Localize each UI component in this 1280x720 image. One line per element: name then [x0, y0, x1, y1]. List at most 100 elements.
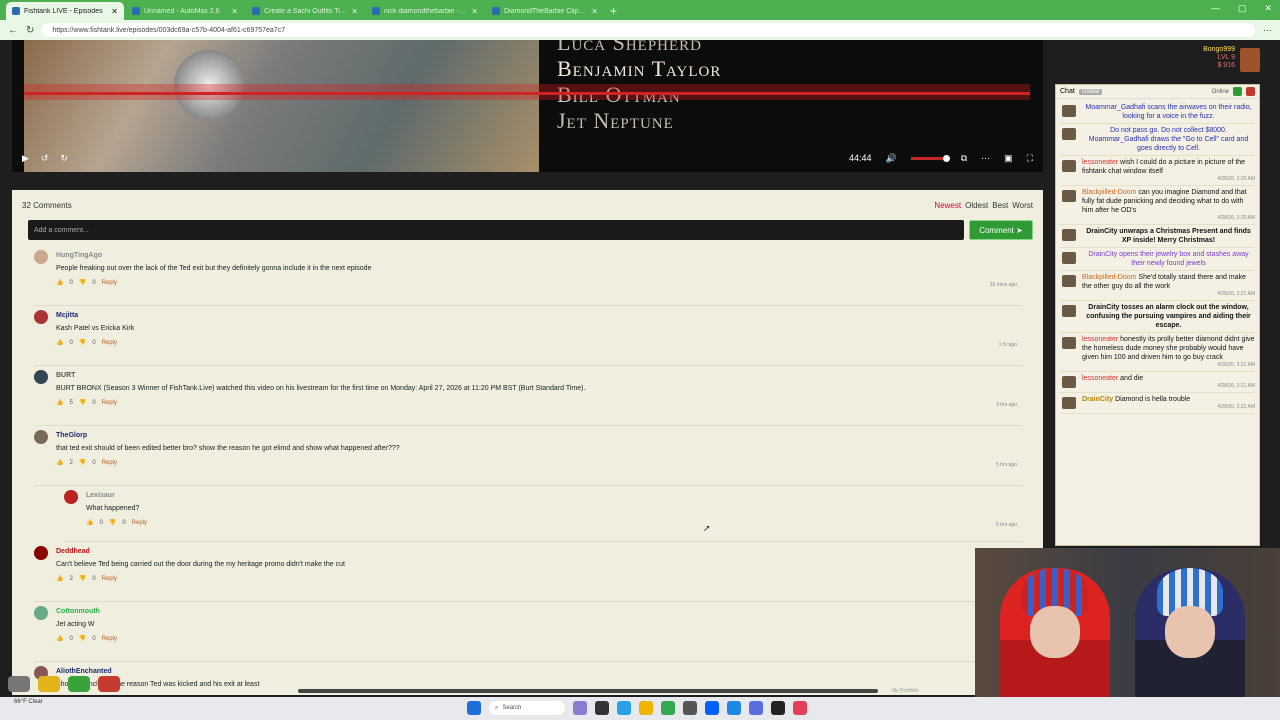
comment-username[interactable]: Mcjitta [56, 312, 78, 319]
thumbs-up-icon[interactable]: 👍 [56, 635, 63, 642]
fullscreen-icon[interactable]: ⛶ [1027, 153, 1033, 164]
captions-icon[interactable]: ⧉ [961, 153, 967, 164]
reply-link[interactable]: Reply [102, 340, 117, 346]
chat-add-button[interactable] [1233, 87, 1242, 96]
avatar[interactable] [1062, 397, 1076, 409]
chat-username[interactable]: lessoneater [1082, 375, 1118, 382]
no-icon[interactable] [98, 676, 120, 692]
thumbs-down-icon[interactable]: 👎 [79, 635, 86, 642]
avatar[interactable] [34, 430, 48, 444]
chat-username[interactable]: Blackpilled-Doom [1082, 274, 1136, 281]
back-icon[interactable]: ← [8, 25, 18, 36]
forward-icon[interactable]: ↻ [60, 153, 68, 164]
play-icon[interactable]: ▶ [22, 153, 29, 164]
weather-widget[interactable]: 66°F Clear [14, 699, 43, 706]
widgets-icon[interactable] [573, 701, 587, 715]
windows-start-icon[interactable] [467, 701, 481, 715]
app-icon[interactable] [793, 701, 807, 715]
browser-tab[interactable]: Create a Sachi Outfits Tier List ✕ [246, 2, 364, 20]
taskbar-search[interactable]: ⌕ Search [489, 701, 565, 715]
close-tab-icon[interactable]: ✕ [471, 7, 478, 16]
comment-username[interactable]: Cottonmouth [56, 608, 100, 615]
thumbs-down-icon[interactable]: 👎 [79, 459, 86, 466]
avatar[interactable] [1062, 337, 1076, 349]
new-tab-button[interactable]: + [610, 4, 617, 18]
settings-icon[interactable] [8, 676, 30, 692]
comment-username[interactable]: TheGlorp [56, 432, 87, 439]
comment-username[interactable]: BURT [56, 372, 75, 379]
thumbs-down-icon[interactable]: 👎 [79, 575, 86, 582]
close-window-icon[interactable]: ✕ [1264, 3, 1272, 14]
video-progress-bar[interactable] [24, 84, 1030, 100]
sort-option[interactable]: Worst [1012, 201, 1033, 210]
thumbs-down-icon[interactable]: 👎 [79, 399, 86, 406]
online-label[interactable]: Online [1212, 89, 1229, 95]
copilot-icon[interactable] [617, 701, 631, 715]
volume-icon[interactable]: 🔊 [886, 153, 897, 164]
chat-username[interactable]: DrainCity [1082, 396, 1113, 403]
avatar[interactable] [34, 546, 48, 560]
reply-link[interactable]: Reply [102, 576, 117, 582]
more-icon[interactable]: ⋯ [981, 153, 990, 164]
mail-icon[interactable] [727, 701, 741, 715]
rewind-icon[interactable]: ↺ [41, 153, 49, 164]
sort-option[interactable]: Oldest [965, 201, 988, 210]
video-player[interactable]: Luca Shepherd Benjamin Taylor Bill Ottma… [12, 40, 1043, 172]
shop-icon[interactable] [68, 676, 90, 692]
avatar[interactable] [64, 490, 78, 504]
discord-icon[interactable] [749, 701, 763, 715]
chat-username[interactable]: lessoneater [1082, 336, 1118, 343]
portfolio-label[interactable]: My Portfolio [892, 688, 918, 694]
minimize-icon[interactable]: — [1211, 3, 1220, 14]
sort-option[interactable]: Best [992, 201, 1008, 210]
avatar[interactable] [34, 606, 48, 620]
thumbs-down-icon[interactable]: 👎 [79, 279, 86, 286]
obs-icon[interactable] [771, 701, 785, 715]
horizontal-scrollbar[interactable] [298, 689, 878, 693]
reply-link[interactable]: Reply [102, 280, 117, 286]
close-tab-icon[interactable]: ✕ [591, 7, 598, 16]
avatar[interactable] [34, 370, 48, 384]
reply-link[interactable]: Reply [102, 400, 117, 406]
close-tab-icon[interactable]: ✕ [231, 7, 238, 16]
task-view-icon[interactable] [595, 701, 609, 715]
extensions-icon[interactable]: ⋯ [1263, 25, 1272, 36]
thumbs-up-icon[interactable]: 👍 [56, 575, 63, 582]
thumbs-down-icon[interactable]: 👎 [109, 519, 116, 526]
reply-link[interactable]: Reply [102, 636, 117, 642]
maximize-icon[interactable]: ▢ [1238, 3, 1247, 14]
coins-icon[interactable] [38, 676, 60, 692]
comment-button[interactable]: Comment ➤ [969, 220, 1033, 240]
browser-tab[interactable]: nick diamondthebarbie - Search ✕ [366, 2, 484, 20]
close-tab-icon[interactable]: ✕ [351, 7, 358, 16]
avatar[interactable] [1062, 376, 1076, 388]
chat-close-button[interactable] [1246, 87, 1255, 96]
reply-link[interactable]: Reply [102, 460, 117, 466]
thumbs-up-icon[interactable]: 👍 [86, 519, 93, 526]
reply-link[interactable]: Reply [132, 520, 147, 526]
avatar[interactable] [1062, 160, 1076, 172]
global-chat-button[interactable]: Global [1078, 88, 1103, 95]
comment-username[interactable]: Deddhead [56, 548, 90, 555]
avatar[interactable] [1240, 48, 1260, 72]
reload-icon[interactable]: ↻ [26, 25, 34, 36]
pip-icon[interactable]: ▣ [1004, 153, 1013, 164]
close-tab-icon[interactable]: ✕ [111, 7, 118, 16]
thumbs-down-icon[interactable]: 👎 [79, 339, 86, 346]
chat-username[interactable]: lessoneater [1082, 159, 1118, 166]
add-comment-input[interactable]: Add a comment... [28, 220, 964, 240]
thumbs-up-icon[interactable]: 👍 [56, 279, 63, 286]
comment-username[interactable]: Lexisaur [86, 492, 115, 499]
url-field[interactable]: https://www.fishtank.live/episodes/003dc… [42, 23, 1255, 37]
calculator-icon[interactable] [683, 701, 697, 715]
thumbs-up-icon[interactable]: 👍 [56, 339, 63, 346]
dropbox-icon[interactable] [705, 701, 719, 715]
browser-tab[interactable]: DiamondTheBarbie Clips - Watch ✕ [486, 2, 604, 20]
chat-username[interactable]: Blackpilled-Doom [1082, 189, 1136, 196]
volume-slider[interactable] [910, 154, 950, 162]
sort-option[interactable]: Newest [934, 201, 961, 210]
avatar[interactable] [1062, 275, 1076, 287]
browser-tab[interactable]: Fishtank LIVE - Episodes ✕ [6, 2, 124, 20]
file-explorer-icon[interactable] [639, 701, 653, 715]
avatar[interactable] [34, 250, 48, 264]
